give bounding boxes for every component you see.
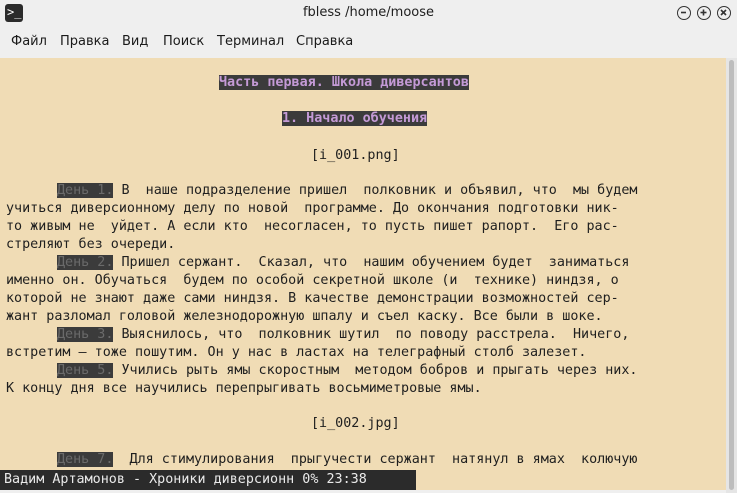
menu-edit[interactable]: Правка bbox=[60, 34, 109, 49]
minimize-icon bbox=[681, 11, 686, 14]
maximize-button[interactable] bbox=[697, 6, 711, 20]
text-line: жант разломал головой железнодорожную шп… bbox=[6, 309, 603, 324]
text-line: Пришел сержант. Сказал, что нашим обучен… bbox=[113, 255, 630, 270]
menu-view[interactable]: Вид bbox=[122, 34, 148, 49]
menu-bar: Файл Правка Вид Поиск Терминал Справка bbox=[0, 31, 737, 53]
part-title: Часть первая. Школа диверсантов bbox=[219, 75, 469, 90]
menu-help[interactable]: Справка bbox=[296, 34, 353, 49]
text-line: В наше подразделение пришел полковник и … bbox=[113, 183, 638, 198]
image-placeholder-1: [i_001.png] bbox=[311, 148, 400, 163]
menu-terminal[interactable]: Терминал bbox=[217, 34, 284, 49]
minimize-button[interactable] bbox=[677, 6, 691, 20]
image-placeholder-2: [i_002.jpg] bbox=[311, 416, 400, 431]
day-label: День 2. bbox=[57, 255, 114, 270]
day-label: День 1. bbox=[57, 183, 114, 198]
status-bar: Вадим Артамонов - Хроники диверсионн 0% … bbox=[0, 470, 416, 490]
close-icon bbox=[720, 9, 727, 16]
menu-file[interactable]: Файл bbox=[11, 34, 47, 49]
text-line: К концу дня все научились перепрыгивать … bbox=[6, 381, 482, 396]
text-line: которой не знают даже сами ниндзя. В кач… bbox=[6, 291, 619, 306]
text-line: встретим — тоже пошутим. Он у нас в ласт… bbox=[6, 345, 587, 360]
terminal-content[interactable]: Часть первая. Школа диверсантов 1. Начал… bbox=[0, 58, 726, 490]
close-button[interactable] bbox=[717, 6, 731, 20]
text-line: то живым не уйдет. А если кто несогласен… bbox=[6, 219, 619, 234]
window-title: fbless /home/moose bbox=[302, 5, 435, 20]
plus-icon bbox=[700, 9, 707, 16]
scrollbar-thumb[interactable] bbox=[729, 60, 734, 490]
scrollbar[interactable] bbox=[726, 58, 737, 493]
text-line: именно он. Обучаться будем по особой сек… bbox=[6, 273, 619, 288]
menu-search[interactable]: Поиск bbox=[163, 34, 204, 49]
text-line: учиться диверсионному делу по новой прог… bbox=[6, 201, 619, 216]
text-line: стреляют без очереди. bbox=[6, 237, 176, 252]
day-label: День 7. bbox=[57, 452, 114, 467]
text-line: Для стимулирования прыгучести сержант на… bbox=[113, 452, 638, 467]
terminal-window: >_ fbless /home/moose Файл Правка Вид По… bbox=[0, 0, 737, 493]
chapter-title: 1. Начало обучения bbox=[282, 111, 428, 126]
title-bar[interactable]: >_ fbless /home/moose bbox=[0, 0, 737, 28]
day-label: День 3. bbox=[57, 327, 114, 342]
text-line: Выяснилось, что полковник шутил по повод… bbox=[113, 327, 630, 342]
text-line: Учились рыть ямы скоростным методом бобр… bbox=[113, 363, 638, 378]
day-label: День 5. bbox=[57, 363, 114, 378]
